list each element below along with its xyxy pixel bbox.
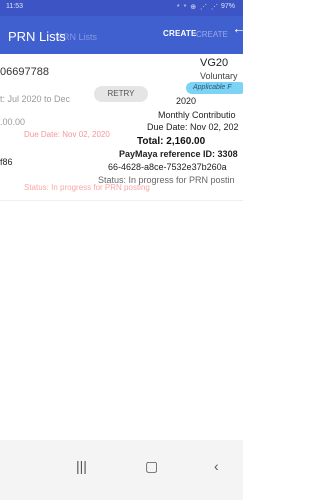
contribution-type: Voluntary: [200, 71, 238, 81]
system-nav-bar: ||| ▢ ‹: [0, 440, 243, 500]
battery-level: 97%: [220, 3, 235, 10]
status-bar: 11:53 * * ⊕ ⋰ ⋰ 97%: [0, 0, 243, 16]
total-amount: Total: 2,160.00: [137, 136, 206, 147]
applicable-badge: Applicable F: [186, 82, 243, 94]
prn-number-left: 06697788: [0, 66, 49, 78]
applicable-year: 2020: [176, 96, 197, 106]
ghost-create-button: CREATE: [196, 30, 228, 39]
amount-left: .00.00: [0, 117, 26, 127]
paymaya-ref-label: PayMaya reference ID: 3308: [119, 149, 238, 159]
due-date: Due Date: Nov 02, 202: [147, 122, 239, 132]
contribution-kind: Monthly Contributio: [158, 110, 236, 120]
status-text: Status: In progress for PRN postin: [98, 175, 235, 185]
retry-button[interactable]: RETRY: [94, 86, 148, 102]
prn-number-right: VG20: [200, 57, 229, 69]
back-icon[interactable]: ‹: [214, 458, 219, 474]
due-date-left: Due Date: Nov 02, 2020: [24, 130, 110, 139]
recents-icon[interactable]: |||: [76, 458, 87, 474]
app-bar: PRN Lists PRN Lists CREATE CREATE ←: [0, 16, 246, 54]
prn-list[interactable]: 06697788 t: Jul 2020 to Dec .00.00 Due D…: [0, 54, 243, 458]
status-time: 11:53: [6, 3, 23, 10]
home-icon[interactable]: ▢: [145, 458, 158, 475]
ghost-page-title: PRN Lists: [57, 32, 98, 42]
ref-left: f86: [0, 157, 13, 167]
status-icons: * * ⊕ ⋰ ⋰: [176, 4, 219, 11]
create-button[interactable]: CREATE: [163, 29, 197, 38]
paymaya-ref-id: 66-4628-a8ce-7532e37b260a: [108, 162, 227, 172]
arrow-left-icon[interactable]: ←: [232, 20, 246, 36]
applicable-left: t: Jul 2020 to Dec: [0, 94, 71, 104]
card-divider: [0, 200, 243, 201]
